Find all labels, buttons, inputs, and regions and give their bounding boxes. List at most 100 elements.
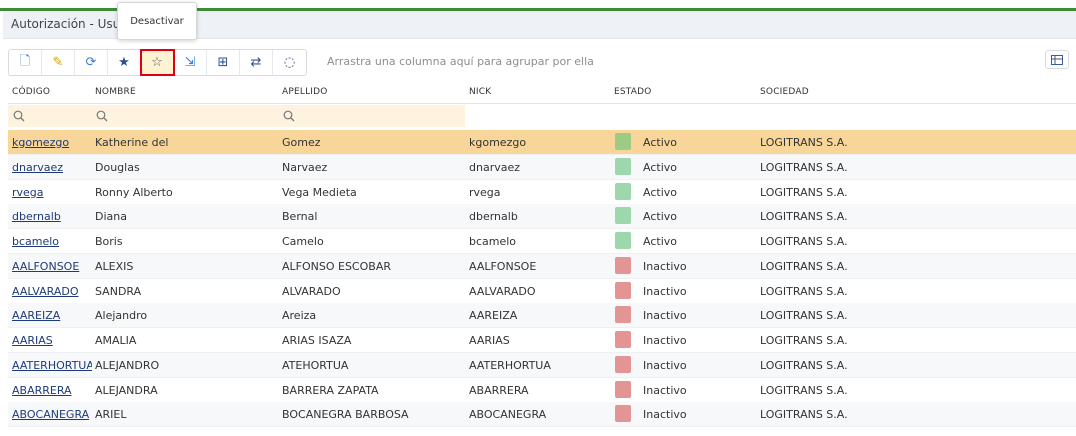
export-document-button[interactable]: ⇲ [174, 50, 207, 75]
filter-cell[interactable] [610, 105, 1068, 127]
refresh-button[interactable]: ⟳ [75, 50, 108, 75]
column-header[interactable]: APELLIDO [282, 87, 328, 97]
filter-cell[interactable] [465, 105, 610, 127]
table-row[interactable]: AALFONSOE ALEXIS ALFONSO ESCOBAR AALFONSOE I… [8, 253, 1076, 279]
status-color-swatch [615, 355, 631, 373]
status-color-swatch [615, 182, 631, 200]
nick-cell: AARIAS [469, 334, 510, 347]
nick-cell: rvega [469, 185, 501, 199]
table-row[interactable]: dnarvaez Douglas Narvaez dnarvaez Activo LOGI… [8, 154, 1076, 180]
company-cell: LOGITRANS S.A. [760, 284, 848, 298]
column-header[interactable]: CÓDIGO [12, 87, 50, 97]
status-color-swatch [615, 157, 631, 175]
nick-cell: ABOCANEGRA [469, 408, 547, 422]
company-cell: LOGITRANS S.A. [760, 383, 848, 397]
table-row[interactable]: rvega Ronny Alberto Vega Medieta rvega Activ… [8, 180, 1076, 205]
company-cell: LOGITRANS S.A. [760, 408, 848, 422]
status-cell: Inactivo [643, 259, 687, 273]
table-row[interactable]: AARIAS AMALIA ARIAS ISAZA AARIAS Inactivo LOG… [8, 328, 1076, 353]
loading-button[interactable]: ◌ [273, 50, 306, 75]
last-name-cell: Gomez [282, 136, 321, 149]
column-chooser-button[interactable] [1045, 50, 1069, 69]
last-name-cell: Areiza [282, 309, 317, 323]
last-name-cell: ATEHORTUA [282, 358, 349, 372]
last-name-cell: BARRERA ZAPATA [282, 383, 379, 397]
status-cell: Activo [643, 185, 677, 199]
status-cell: Inactivo [643, 408, 687, 422]
star-filled-icon: ★ [118, 55, 130, 70]
table-row[interactable]: AATERHORTUA ALEJANDRO ATEHORTUA AATERHORTUA… [8, 352, 1076, 378]
filter-cell[interactable] [8, 105, 91, 127]
first-name-cell: AMALIA [95, 334, 137, 347]
first-name-cell: Katherine del [95, 136, 169, 149]
status-cell: Activo [643, 136, 677, 149]
user-code-link[interactable]: AATERHORTUA [12, 359, 92, 372]
column-header[interactable]: NICK [469, 87, 491, 97]
nick-cell: AAREIZA [469, 309, 518, 323]
table-row[interactable]: dbernalb Diana Bernal dbernalb Activo LOGITRA… [8, 204, 1076, 230]
user-code-link[interactable]: kgomezgo [12, 136, 92, 149]
star-outline-button[interactable]: ☆ [140, 49, 175, 76]
last-name-cell: Narvaez [282, 160, 328, 174]
user-code-link[interactable]: dnarvaez [12, 161, 92, 174]
status-cell: Inactivo [643, 383, 687, 397]
status-color-swatch [615, 380, 631, 398]
nick-cell: AALVARADO [469, 284, 536, 298]
column-header[interactable]: ESTADO [614, 87, 652, 97]
company-cell: LOGITRANS S.A. [760, 160, 848, 174]
user-code-link[interactable]: AARIAS [12, 334, 92, 347]
first-name-cell: SANDRA [95, 284, 142, 298]
first-name-cell: Diana [95, 210, 127, 224]
first-name-cell: ALEJANDRO [95, 358, 160, 372]
grid-header: CÓDIGO NOMBRE APELLIDO NICK ESTADO SOCIEDAD [8, 80, 1076, 104]
table-row[interactable]: ABARRERA ALEJANDRA BARRERA ZAPATA ABARRERA I… [8, 378, 1076, 403]
column-header[interactable]: SOCIEDAD [760, 87, 809, 97]
status-cell: Inactivo [643, 358, 687, 372]
status-color-swatch [615, 133, 631, 150]
status-cell: Activo [643, 235, 677, 248]
new-document-icon: 🗋 [19, 53, 31, 69]
last-name-cell: Camelo [282, 235, 324, 248]
status-cell: Activo [643, 210, 677, 224]
status-cell: Inactivo [643, 309, 687, 323]
layout-button[interactable]: ⊞ [207, 50, 240, 75]
user-code-link[interactable]: rvega [12, 186, 92, 199]
user-code-link[interactable]: dbernalb [12, 210, 92, 223]
nick-cell: ABARRERA [469, 383, 529, 397]
table-row[interactable]: kgomezgo Katherine del Gomez kgomezgo Activo… [8, 130, 1076, 155]
status-color-swatch [615, 331, 631, 348]
first-name-cell: ALEXIS [95, 259, 134, 273]
status-color-swatch [615, 232, 631, 249]
user-code-link[interactable]: AALFONSOE [12, 260, 92, 273]
user-code-link[interactable]: AAREIZA [12, 309, 92, 322]
last-name-cell: ALFONSO ESCOBAR [282, 259, 391, 273]
first-name-cell: Ronny Alberto [95, 185, 173, 199]
user-code-link[interactable]: ABOCANEGRA [12, 408, 92, 421]
toolbar: 🗋 ✎ ⟳ ★ ☆ ⇲ ⊞ ⇄ ◌ [8, 49, 307, 76]
user-code-link[interactable]: AALVARADO [12, 285, 92, 298]
first-name-cell: Douglas [95, 160, 140, 174]
new-document-button[interactable]: 🗋 [9, 50, 42, 75]
last-name-cell: BOCANEGRA BARBOSA [282, 408, 409, 422]
user-code-link[interactable]: bcamelo [12, 235, 92, 248]
column-header[interactable]: NOMBRE [95, 87, 136, 97]
user-code-link[interactable]: ABARRERA [12, 384, 92, 397]
table-row[interactable]: bcamelo Boris Camelo bcamelo Activo LOGITRANS… [8, 229, 1076, 254]
last-name-cell: ARIAS ISAZA [282, 334, 352, 347]
last-name-cell: Bernal [282, 210, 318, 224]
refresh-icon: ⟳ [85, 55, 97, 70]
company-cell: LOGITRANS S.A. [760, 185, 848, 199]
edit-document-button[interactable]: ✎ [42, 50, 75, 75]
filter-cell[interactable] [278, 105, 465, 127]
company-cell: LOGITRANS S.A. [760, 259, 848, 273]
table-row[interactable]: AALVARADO SANDRA ALVARADO AALVARADO Inactivo… [8, 279, 1076, 304]
table-row[interactable]: AAREIZA Alejandro Areiza AAREIZA Inactivo LOG… [8, 303, 1076, 329]
table-row[interactable]: ABOCANEGRA ARIEL BOCANEGRA BARBOSA ABOCANEG… [8, 402, 1076, 428]
nick-cell: AATERHORTUA [469, 358, 551, 372]
deactivate-tooltip: Desactivar [117, 2, 197, 40]
status-cell: Activo [643, 160, 677, 174]
swap-button[interactable]: ⇄ [240, 50, 273, 75]
filter-cell[interactable] [91, 105, 278, 127]
status-color-swatch [615, 306, 631, 324]
star-filled-button[interactable]: ★ [108, 50, 141, 75]
